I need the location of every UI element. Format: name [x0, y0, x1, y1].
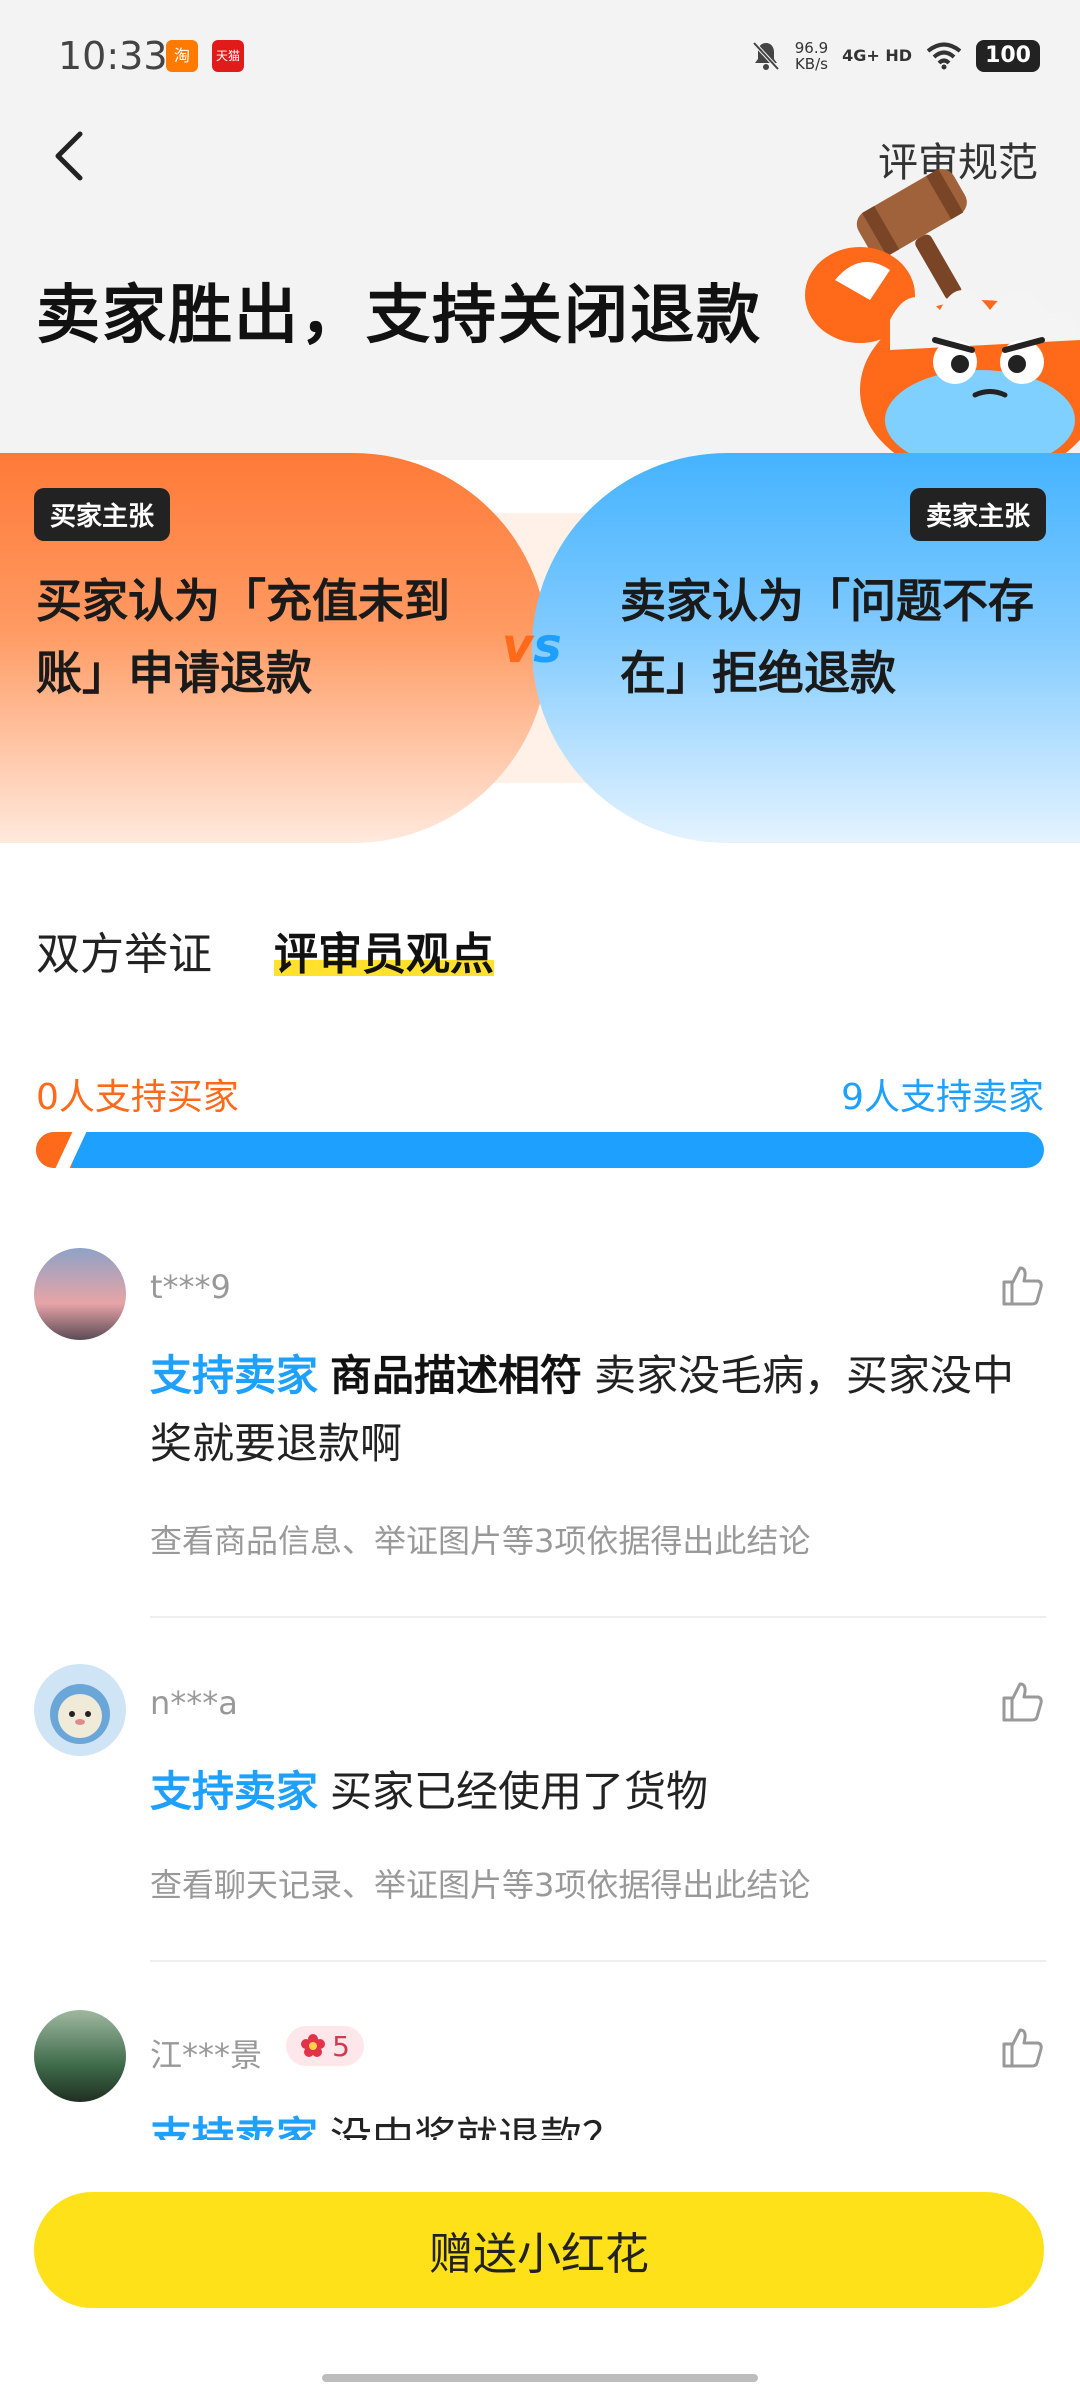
seller-support-count: 9人支持卖家: [841, 1077, 1044, 1118]
dispute-claims: 买家主张 卖家主张 买家认为「充值未到账」申请退款 卖家认为「问题不存在」拒绝退…: [0, 453, 1080, 843]
tab-evidence[interactable]: 双方举证: [36, 918, 212, 980]
evidence-summary[interactable]: 查看聊天记录、举证图片等3项依据得出此结论: [150, 1860, 810, 1906]
comment-body: 支持卖家 买家已经使用了货物: [150, 1758, 1030, 1826]
status-time: 10:33: [58, 34, 168, 78]
seal-avatar-icon: [50, 1684, 110, 1744]
back-button[interactable]: [44, 128, 100, 184]
tab-reviewer-opinions[interactable]: 评审员观点: [274, 918, 494, 980]
battery-indicator: 100: [976, 40, 1040, 72]
buyer-claim-tag: 买家主张: [34, 488, 171, 541]
net-speed-value: 96.9: [794, 39, 829, 57]
wifi-icon: [926, 42, 962, 70]
tab-reviewer-opinions-label: 评审员观点: [274, 929, 494, 980]
crab-judge-mascot-icon: [805, 169, 1080, 460]
comment-username: 江***景: [150, 2036, 263, 2074]
taobao-app-icon: 淘: [166, 40, 198, 72]
net-speed: 96.9 KB/s: [795, 40, 828, 72]
flower-count-badge: 5: [286, 2026, 364, 2066]
mute-icon: [752, 41, 780, 71]
stance-label: 支持卖家: [150, 1767, 319, 1816]
vs-label-s: s: [533, 618, 562, 674]
tmall-app-icon: 天猫: [212, 40, 244, 72]
verdict-title: 卖家胜出，支持关闭退款: [36, 279, 762, 353]
comment-username: t***9: [150, 1268, 231, 1306]
vs-label-v: v: [502, 618, 534, 674]
buyer-support-count: 0人支持买家: [36, 1077, 239, 1118]
tab-bar: 双方举证 评审员观点: [36, 918, 494, 980]
divider: [150, 1960, 1046, 1962]
avatar[interactable]: [34, 1664, 126, 1756]
seller-claim-tag: 卖家主张: [909, 488, 1046, 541]
support-ratio-bar: [36, 1132, 1044, 1168]
divider: [150, 1616, 1046, 1618]
stance-label: 支持卖家: [150, 1351, 319, 1400]
thumbs-up-icon[interactable]: [1000, 1680, 1044, 1724]
red-flower-icon: [301, 2034, 326, 2057]
status-bar: 10:33 淘 天猫 96.9 KB/s 4G+ HD 100: [0, 0, 1080, 110]
avatar[interactable]: [34, 1248, 126, 1340]
seller-claim-text: 卖家认为「问题不存在」拒绝退款: [620, 574, 1034, 700]
comment-text: 买家已经使用了货物: [330, 1767, 709, 1816]
chevron-left-icon: [55, 131, 83, 181]
buyer-claim-text: 买家认为「充值未到账」申请退款: [36, 574, 450, 700]
avatar[interactable]: [34, 2010, 126, 2102]
thumbs-up-icon[interactable]: [1000, 1264, 1044, 1308]
reason-label: 商品描述相符: [330, 1351, 583, 1400]
net-speed-unit: KB/s: [794, 55, 828, 73]
status-indicators: 96.9 KB/s 4G+ HD 100: [751, 36, 1040, 76]
flower-count: 5: [332, 2029, 350, 2063]
comment-username: n***a: [150, 1684, 238, 1722]
send-red-flower-button[interactable]: 赠送小红花: [34, 2192, 1044, 2308]
comment-body: 支持卖家 商品描述相符 卖家没毛病，买家没中奖就要退款啊: [150, 1342, 1030, 1478]
thumbs-up-icon[interactable]: [1000, 2026, 1044, 2070]
network-type: 4G+ HD: [842, 46, 913, 65]
evidence-summary[interactable]: 查看商品信息、举证图片等3项依据得出此结论: [150, 1516, 810, 1562]
vs-label: vs: [502, 618, 562, 674]
tab-evidence-label: 双方举证: [36, 929, 212, 980]
home-indicator[interactable]: [322, 2374, 758, 2382]
